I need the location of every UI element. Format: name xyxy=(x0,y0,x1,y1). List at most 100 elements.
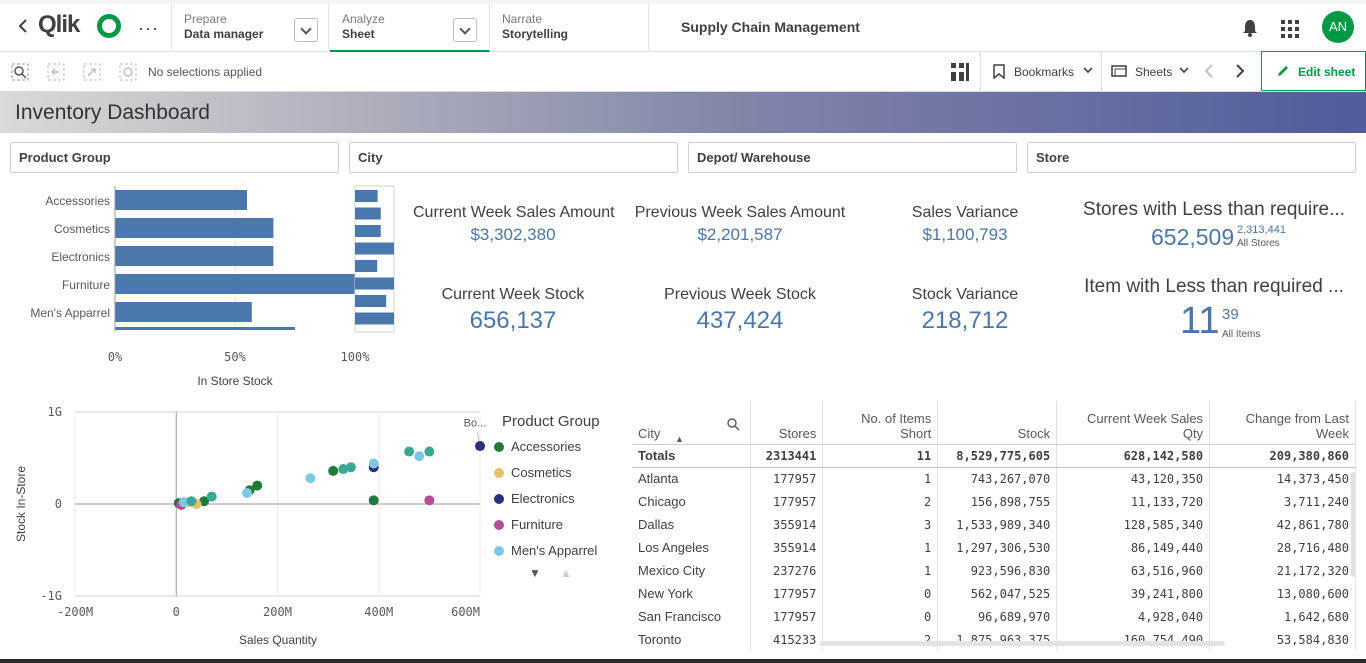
scatter-y-tick-label: -1G xyxy=(40,589,62,603)
navigator-bar xyxy=(355,207,381,220)
table-column-header[interactable]: Change from Last Week xyxy=(1209,401,1356,445)
legend-scroll-up-icon[interactable]: ▲ xyxy=(560,566,572,580)
scatter-point xyxy=(424,495,435,506)
kpi-current-week-sales-value: $3,302,380 xyxy=(470,225,556,244)
nav-prepare[interactable]: Prepare Data manager xyxy=(171,3,329,52)
nav-analyze-label: Analyze xyxy=(342,12,385,26)
scatter-x-tick-label: -200M xyxy=(57,605,93,619)
legend-scroll-down-icon[interactable]: ▼ xyxy=(529,566,541,580)
sort-ascending-icon[interactable]: ▲ xyxy=(675,434,684,444)
table-vertical-scrollbar[interactable] xyxy=(1351,472,1355,577)
table-column-header[interactable]: Stores xyxy=(750,401,824,445)
bar-x-axis-label: In Store Stock xyxy=(197,374,273,388)
table-cell: 628,142,580 xyxy=(1056,444,1211,468)
step-back-icon[interactable] xyxy=(47,63,65,86)
table-cell: 2 xyxy=(822,628,939,651)
bookmarks-button[interactable]: Bookmarks xyxy=(980,52,1100,91)
table-cell: 562,047,525 xyxy=(937,582,1058,605)
kpi-stores-sub-value: 2,313,441 xyxy=(1237,224,1286,236)
bottom-scrollbar[interactable] xyxy=(0,659,1366,663)
filter-depot-warehouse[interactable]: Depot/ Warehouse xyxy=(688,142,1017,173)
table-cell: 43,120,350 xyxy=(1056,467,1211,490)
table-row[interactable]: New York 177957 0 562,047,525 39,241,800 13,0… xyxy=(632,582,1356,605)
scatter-x-tick-label: 200M xyxy=(263,605,292,619)
table-cell: 4,928,040 xyxy=(1056,605,1211,628)
filter-store[interactable]: Store xyxy=(1027,142,1356,173)
sheets-button[interactable]: Sheets xyxy=(1101,52,1193,91)
avatar[interactable]: AN xyxy=(1322,11,1354,43)
legend-item[interactable]: Accessories xyxy=(494,439,581,454)
legend-label: Men's Apparrel xyxy=(511,543,598,558)
table-row[interactable]: San Francisco 177957 0 96,689,970 4,928,040 1… xyxy=(632,605,1356,628)
table-cell: 96,689,970 xyxy=(937,605,1058,628)
more-options-icon[interactable]: ··· xyxy=(138,18,159,39)
table-cell: 1 xyxy=(822,467,939,490)
nav-prepare-label: Prepare xyxy=(184,12,227,26)
back-arrow-icon[interactable] xyxy=(16,18,30,33)
table-cell: 39,241,800 xyxy=(1056,582,1211,605)
legend-item[interactable]: Men's Apparrel xyxy=(494,543,597,558)
prepare-dropdown-button[interactable] xyxy=(294,18,318,42)
step-forward-icon[interactable] xyxy=(83,63,101,86)
legend-label: Accessories xyxy=(511,439,582,454)
table-cell: 63,516,960 xyxy=(1056,559,1211,582)
table-column-header[interactable]: Current Week Sales Qty xyxy=(1056,401,1211,445)
previous-sheet-icon[interactable] xyxy=(1204,64,1214,83)
next-sheet-icon[interactable] xyxy=(1235,64,1245,83)
kpi-sales-variance-title: Sales Variance xyxy=(911,204,1019,221)
bar-x-tick-label: 100% xyxy=(341,350,371,364)
legend-label: Furniture xyxy=(511,517,564,532)
legend-item[interactable]: Furniture xyxy=(494,517,563,532)
app-grid-icon[interactable] xyxy=(1281,20,1299,43)
bar-category-label: Accessories xyxy=(45,194,110,208)
table-totals-row[interactable]: Totals 2313441 11 8,529,775,605 628,142,580 2… xyxy=(632,444,1356,468)
table-row[interactable]: Toronto 415233 2 1,875,963,375 160,754,490 53… xyxy=(632,628,1356,651)
kpi-sales-variance-value: $1,100,793 xyxy=(922,225,1008,244)
layout-toggle-icon[interactable] xyxy=(951,63,969,86)
qlik-logo[interactable]: Qlik xyxy=(38,11,121,41)
smart-search-icon[interactable] xyxy=(11,63,29,86)
scatter-x-tick-label: 600M xyxy=(451,605,480,619)
navigator-bar xyxy=(355,295,387,307)
table-cell: 86,149,440 xyxy=(1056,536,1211,559)
analyze-dropdown-button[interactable] xyxy=(453,18,477,42)
kpi-stores-value: 652,509 xyxy=(1151,224,1235,250)
clear-selections-icon[interactable] xyxy=(119,63,137,86)
filter-product-group[interactable]: Product Group xyxy=(10,142,339,173)
bar-category-label: Cosmetics xyxy=(54,222,110,236)
edit-sheet-button[interactable]: Edit sheet xyxy=(1261,51,1366,91)
kpi-current-week-stock-title: Current Week Stock xyxy=(441,286,585,303)
nav-analyze[interactable]: Analyze Sheet xyxy=(330,3,490,52)
table-row[interactable]: Los Angeles 355914 1 1,297,306,530 86,149,44… xyxy=(632,536,1356,559)
table-cell: Toronto xyxy=(632,628,752,651)
legend-item[interactable]: Cosmetics xyxy=(494,465,572,480)
table-column-header[interactable]: No. of Items Short xyxy=(822,401,939,445)
nav-narrate[interactable]: Narrate Storytelling xyxy=(490,3,649,52)
legend-title: Product Group xyxy=(502,413,600,430)
table-cell: 355914 xyxy=(750,536,824,559)
nav-narrate-label: Narrate xyxy=(502,12,543,26)
legend-item[interactable]: Electronics xyxy=(494,491,575,506)
scatter-point xyxy=(206,491,217,502)
table-row[interactable]: Mexico City 237276 1 923,596,830 63,516,960 2… xyxy=(632,559,1356,582)
table-row[interactable]: Dallas 355914 3 1,533,989,340 128,585,340 42,… xyxy=(632,513,1356,536)
sheets-label: Sheets xyxy=(1135,65,1173,79)
table-cell: 156,898,755 xyxy=(937,490,1058,513)
notification-bell-icon[interactable] xyxy=(1241,19,1259,42)
bar-x-tick-label: 0% xyxy=(108,350,123,364)
table-cell: 42,861,780 xyxy=(1209,513,1356,536)
table-horizontal-scrollbar[interactable] xyxy=(820,641,1225,646)
table-row[interactable]: Chicago 177957 2 156,898,755 11,133,720 3,711… xyxy=(632,490,1356,513)
table-row[interactable]: Atlanta 177957 1 743,267,070 43,120,350 14,37… xyxy=(632,467,1356,490)
kpi-items-value: 11 xyxy=(1180,300,1220,342)
filter-city[interactable]: City xyxy=(349,142,678,173)
table-cell: 11,133,720 xyxy=(1056,490,1211,513)
bar xyxy=(115,190,247,210)
scatter-point xyxy=(345,462,356,473)
table-cell: 177957 xyxy=(750,467,824,490)
city-inventory-table: City Stores No. of Items Short Stock Current… xyxy=(632,401,1356,651)
legend-label: Electronics xyxy=(511,491,575,506)
table-column-header[interactable]: Stock xyxy=(937,401,1058,445)
table-search-icon[interactable] xyxy=(727,418,740,436)
table-cell: San Francisco xyxy=(632,605,752,628)
